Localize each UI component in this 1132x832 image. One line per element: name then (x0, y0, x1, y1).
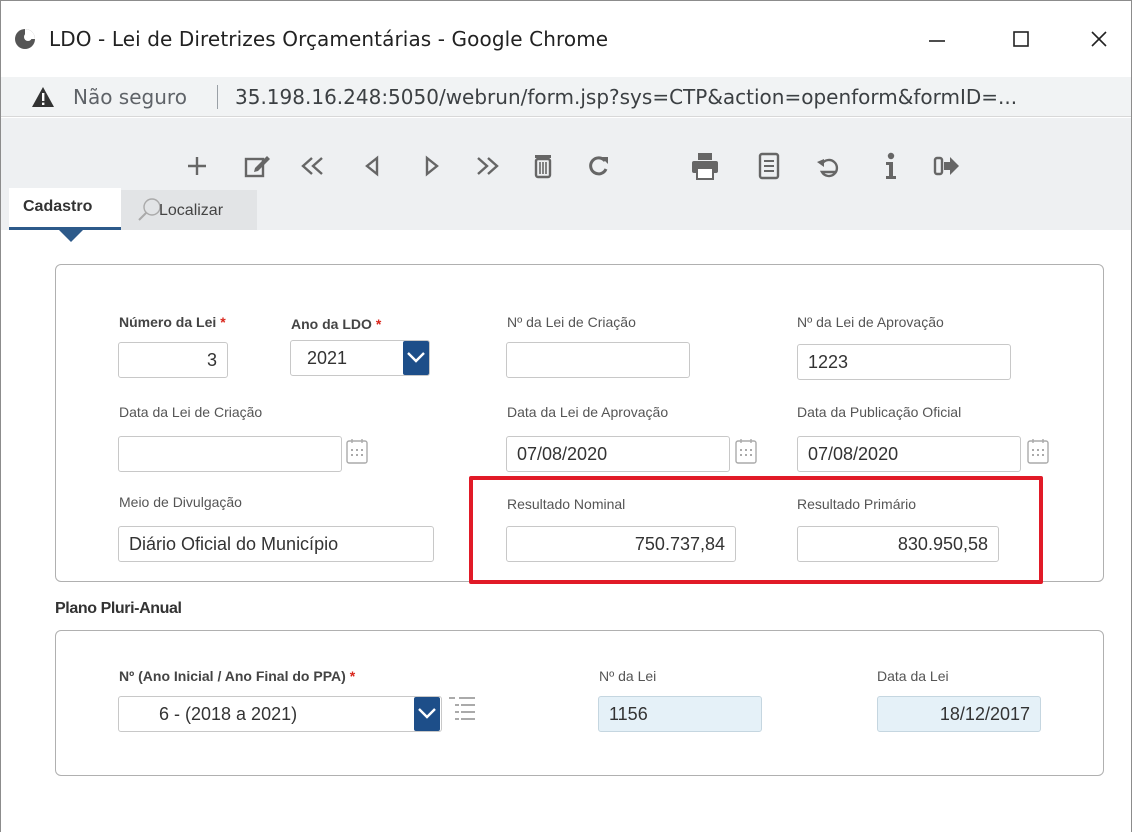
report-icon (758, 152, 780, 180)
ppa-data-lei-label: Data da Lei (877, 668, 949, 684)
previous-record-icon (365, 155, 379, 177)
trash-icon (534, 155, 552, 179)
tab-localizar[interactable]: Localizar (121, 190, 257, 230)
report-button[interactable] (749, 146, 789, 186)
undo-icon (817, 158, 839, 178)
close-icon (1091, 31, 1107, 47)
window-title: LDO - Lei de Diretrizes Orçamentárias - … (49, 27, 609, 51)
calendar-icon[interactable] (735, 438, 757, 464)
num-lei-aprovacao-label: Nº da Lei de Aprovação (797, 314, 944, 330)
last-record-icon (477, 157, 499, 175)
calendar-icon[interactable] (346, 438, 368, 464)
data-lei-criacao-input[interactable] (118, 436, 342, 472)
ppa-dropdown-button[interactable] (414, 697, 440, 731)
data-lei-aprovacao-label: Data da Lei de Aprovação (507, 404, 669, 420)
chevron-down-icon (407, 352, 425, 363)
first-record-button[interactable] (293, 146, 333, 186)
title-bar: LDO - Lei de Diretrizes Orçamentárias - … (1, 1, 1131, 77)
previous-record-button[interactable] (353, 146, 393, 186)
chevron-down-icon (418, 708, 436, 719)
data-lei-aprovacao-input[interactable]: 07/08/2020 (506, 436, 730, 472)
meio-divulgacao-label: Meio de Divulgação (119, 494, 242, 510)
security-label[interactable]: Não seguro (73, 85, 187, 109)
address-separator (217, 85, 218, 109)
tab-localizar-label: Localizar (159, 202, 224, 219)
numero-lei-label: Número da Lei * (119, 314, 226, 330)
numero-lei-input[interactable]: 3 (118, 342, 228, 378)
tab-cadastro[interactable]: Cadastro (9, 188, 121, 242)
num-lei-criacao-input[interactable] (506, 342, 690, 378)
resultado-nominal-input[interactable]: 750.737,84 (506, 526, 736, 562)
warning-icon (32, 87, 54, 107)
exit-icon (933, 156, 959, 176)
delete-button[interactable] (523, 146, 563, 186)
next-record-icon (425, 155, 439, 177)
calendar-icon[interactable] (1027, 438, 1049, 464)
ppa-data-lei-field: 18/12/2017 (877, 696, 1041, 732)
ano-ldo-dropdown-button[interactable] (403, 341, 429, 375)
maximize-button[interactable] (993, 19, 1049, 59)
minimize-icon (929, 40, 945, 42)
ano-ldo-label: Ano da LDO * (291, 316, 382, 332)
data-publicacao-label: Data da Publicação Oficial (797, 404, 962, 420)
info-button[interactable] (871, 146, 911, 186)
address-bar[interactable]: Não seguro 35.198.16.248:5050/webrun/for… (1, 77, 1131, 117)
meio-divulgacao-input[interactable]: Diário Oficial do Município (118, 526, 434, 562)
plus-icon (188, 157, 206, 175)
next-record-button[interactable] (411, 146, 451, 186)
resultado-primario-label: Resultado Primário (797, 496, 917, 512)
tab-cadastro-label: Cadastro (23, 198, 93, 215)
list-icon[interactable] (447, 694, 477, 722)
ppa-num-lei-field: 1156 (598, 696, 762, 732)
ppa-select-label: Nº (Ano Inicial / Ano Final do PPA) * (119, 668, 356, 684)
data-lei-criacao-label: Data da Lei de Criação (119, 404, 263, 420)
refresh-button[interactable] (579, 146, 619, 186)
add-button[interactable] (177, 146, 217, 186)
app-logo-icon (15, 29, 35, 49)
close-button[interactable] (1071, 19, 1127, 59)
edit-button[interactable] (237, 146, 277, 186)
print-icon (692, 153, 718, 180)
resultado-nominal-label: Resultado Nominal (507, 496, 626, 512)
undo-button[interactable] (809, 146, 849, 186)
minimize-button[interactable] (909, 19, 965, 59)
exit-button[interactable] (927, 146, 967, 186)
print-button[interactable] (685, 146, 725, 186)
resultado-primario-input[interactable]: 830.950,58 (797, 526, 999, 562)
num-lei-criacao-label: Nº da Lei de Criação (507, 314, 636, 330)
first-record-icon (301, 157, 323, 175)
active-tab-indicator (59, 230, 83, 242)
info-icon (886, 152, 896, 179)
ppa-section-title: Plano Pluri-Anual (55, 600, 182, 617)
url-text[interactable]: 35.198.16.248:5050/webrun/form.jsp?sys=C… (235, 85, 1017, 109)
ppa-select[interactable]: 6 - (2018 a 2021) (118, 696, 442, 732)
app-content: Cadastro Localizar Número da Lei * 3 Ano … (1, 118, 1131, 832)
browser-window: LDO - Lei de Diretrizes Orçamentárias - … (0, 0, 1132, 832)
edit-icon (244, 156, 270, 178)
data-publicacao-input[interactable]: 07/08/2020 (797, 436, 1021, 472)
num-lei-aprovacao-input[interactable]: 1223 (797, 344, 1011, 380)
ppa-num-lei-label: Nº da Lei (599, 668, 657, 684)
refresh-icon (589, 156, 608, 176)
last-record-button[interactable] (467, 146, 507, 186)
maximize-icon (1013, 31, 1029, 47)
